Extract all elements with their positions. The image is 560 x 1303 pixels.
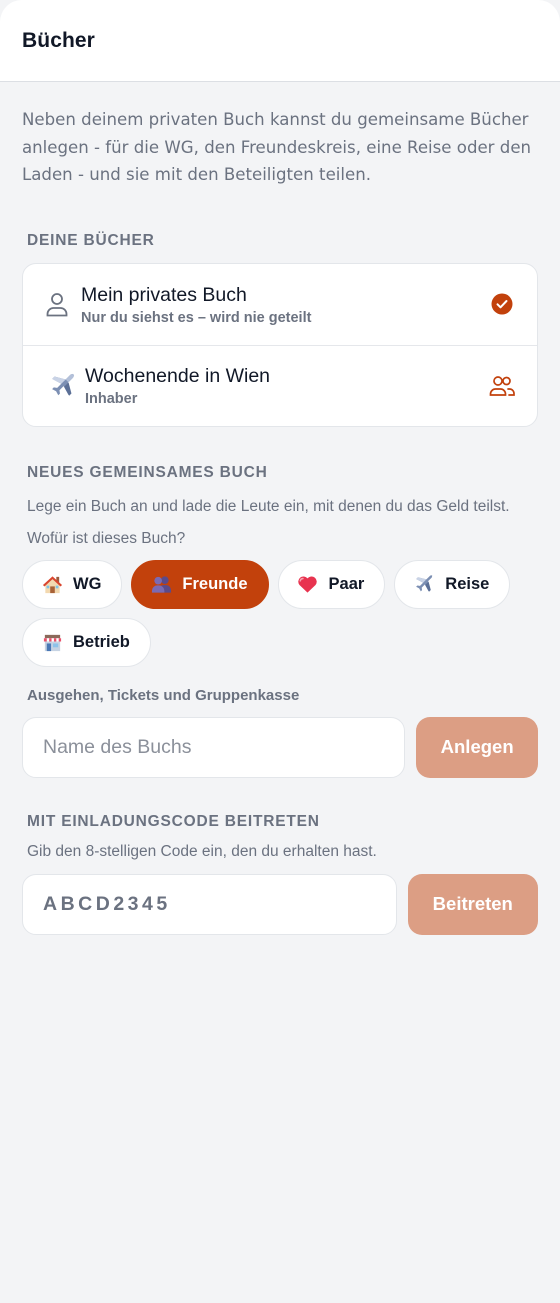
chip-label: Paar xyxy=(328,574,365,593)
shop-icon xyxy=(41,631,63,653)
chip-label: Betrieb xyxy=(73,632,130,651)
check-circle-icon xyxy=(489,291,515,317)
house-icon xyxy=(41,573,63,595)
chip-freunde[interactable]: Freunde xyxy=(131,559,269,609)
category-chips: WG Freunde Paar Reise Betrieb xyxy=(22,559,542,667)
join-section-title: MIT EINLADUNGSCODE BEITRETEN xyxy=(27,812,320,830)
main-content: Neben deinem privaten Buch kannst du gem… xyxy=(0,106,560,935)
create-book-button[interactable]: Anlegen xyxy=(416,716,538,778)
heart-icon xyxy=(297,573,319,595)
book-subtitle: Inhaber xyxy=(85,391,138,407)
people-icon xyxy=(489,373,515,399)
book-title: Wochenende in Wien xyxy=(85,365,271,387)
airplane-icon xyxy=(47,373,78,399)
book-item-private[interactable]: Mein privates Buch Nur du siehst es – wi… xyxy=(23,264,537,345)
airplane-icon xyxy=(413,573,435,595)
chip-label: Reise xyxy=(445,574,490,593)
chip-paar[interactable]: Paar xyxy=(277,559,386,609)
new-book-help: Lege ein Buch an und lade die Leute ein,… xyxy=(27,497,510,515)
category-question: Wofür ist dieses Buch? xyxy=(27,529,186,547)
book-text: Wochenende in Wien Inhaber xyxy=(85,364,489,407)
invite-code-input[interactable] xyxy=(22,873,397,935)
book-title: Mein privates Buch xyxy=(81,283,247,306)
join-button[interactable]: Beitreten xyxy=(407,873,538,935)
chip-wg[interactable]: WG xyxy=(22,559,123,609)
person-icon xyxy=(44,291,70,317)
join-help: Gib den 8-stelligen Code ein, den du erh… xyxy=(27,842,377,860)
book-item-wien[interactable]: Wochenende in Wien Inhaber xyxy=(23,344,537,426)
chip-reise[interactable]: Reise xyxy=(394,559,511,609)
chip-betrieb[interactable]: Betrieb xyxy=(22,617,151,667)
book-subtitle: Nur du siehst es – wird nie geteilt xyxy=(81,309,312,326)
join-book-row: Beitreten xyxy=(22,873,538,935)
chip-label: WG xyxy=(73,574,102,593)
page-title: Bücher xyxy=(22,28,95,52)
books-list: Mein privates Buch Nur du siehst es – wi… xyxy=(22,262,538,427)
books-section-title: DEINE BÜCHER xyxy=(27,231,155,249)
book-text: Mein privates Buch Nur du siehst es – wi… xyxy=(81,283,489,326)
people-icon xyxy=(150,573,172,595)
create-book-row: Anlegen xyxy=(22,716,538,778)
intro-text: Neben deinem privaten Buch kannst du gem… xyxy=(22,110,532,184)
app-header: Bücher xyxy=(0,0,560,82)
category-description: Ausgehen, Tickets und Gruppenkasse xyxy=(27,686,300,704)
new-book-section-title: NEUES GEMEINSAMES BUCH xyxy=(27,463,268,481)
chip-label: Freunde xyxy=(182,574,248,593)
book-name-input[interactable] xyxy=(22,716,406,778)
